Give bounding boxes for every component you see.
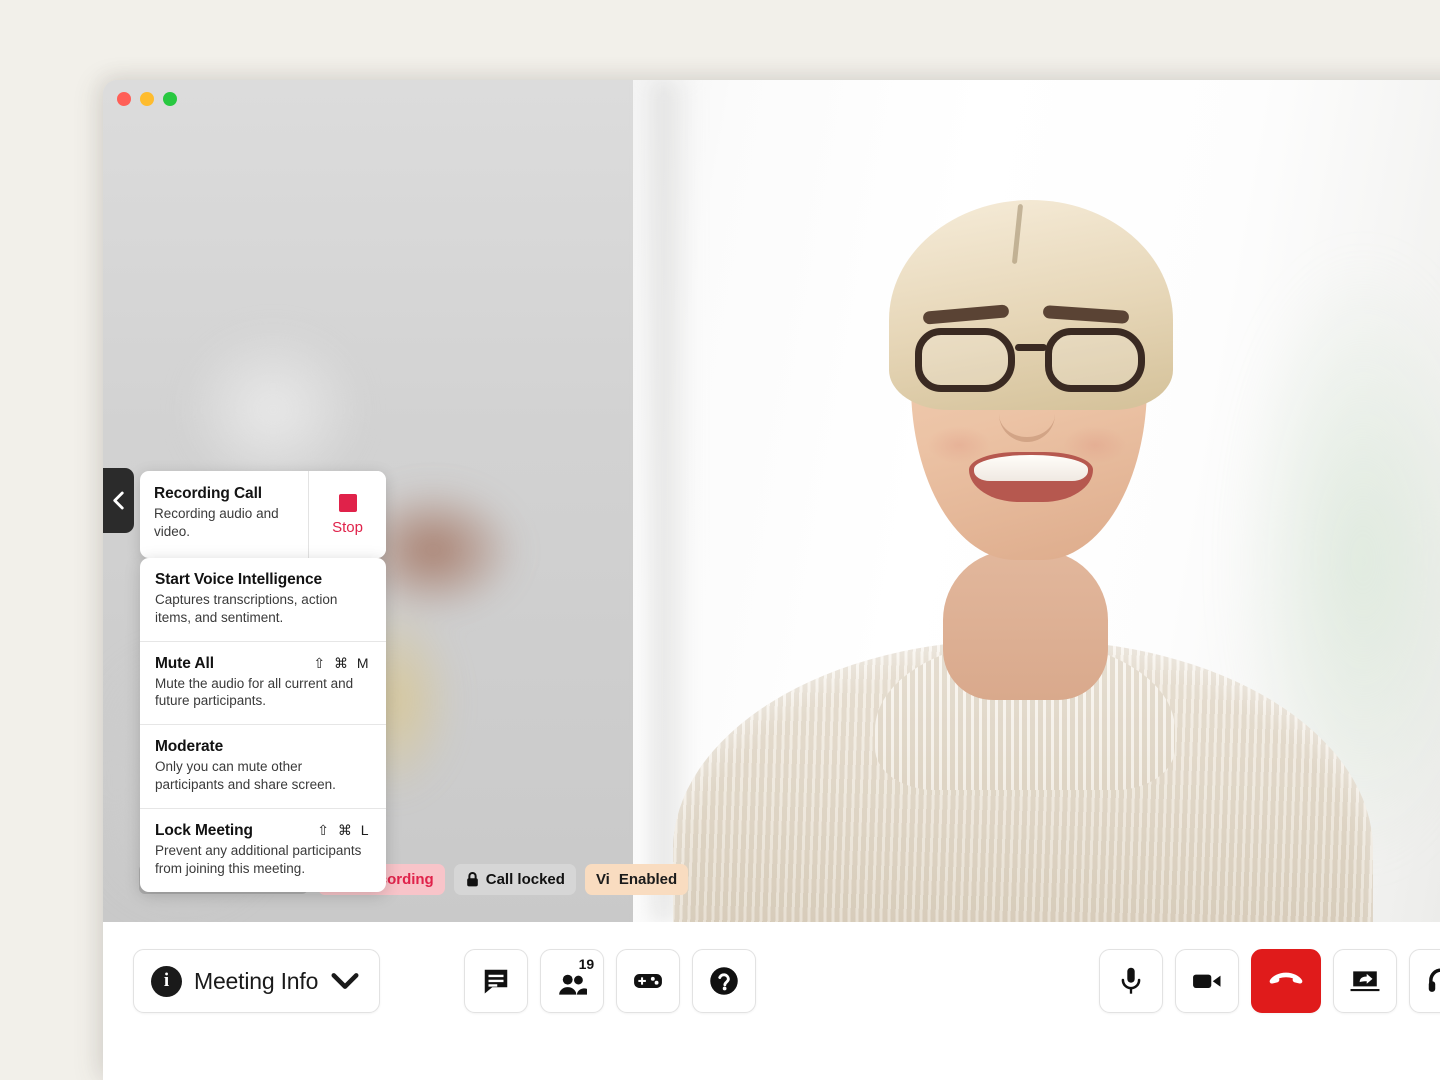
status-badge-voice-intelligence-label: Enabled [619,871,677,888]
mouth [969,452,1093,502]
window-traffic-lights [117,92,177,106]
glasses-bridge [1015,344,1047,351]
collapse-panel-button[interactable] [103,468,134,533]
lock-icon [465,871,480,888]
video-stage: Recording Call Recording audio and video… [103,80,1440,922]
status-badge-voice-intelligence: Vi Enabled [585,864,688,895]
stop-recording-label: Stop [332,519,363,536]
maximize-button[interactable] [163,92,177,106]
participant-video-portrait [643,80,1403,922]
lens-left [915,328,1015,392]
chat-button[interactable] [464,949,528,1013]
audio-settings-button[interactable] [1409,949,1440,1013]
meeting-toolbar: i Meeting Info 19 [103,922,1440,1080]
microphone-icon [1116,966,1146,996]
menu-item-title: Start Voice Intelligence [155,571,322,589]
menu-item-title: Mute All [155,655,214,673]
close-button[interactable] [117,92,131,106]
menu-item-shortcut: ⇧ ⌘ M [313,655,371,672]
question-mark-icon [709,966,739,996]
neck [943,550,1108,700]
meeting-info-label: Meeting Info [194,968,318,995]
recording-call-description: Recording audio and video. [154,505,294,541]
menu-item-description: Prevent any additional participants from… [155,842,371,878]
stop-square-icon [339,494,357,512]
menu-item-moderate[interactable]: Moderate Only you can mute other partici… [140,725,386,809]
meeting-info-button[interactable]: i Meeting Info [133,949,380,1013]
help-button[interactable] [692,949,756,1013]
chevron-left-icon [111,491,126,510]
stop-recording-button[interactable]: Stop [308,471,386,558]
recording-call-title: Recording Call [154,485,294,503]
reactions-button[interactable] [616,949,680,1013]
end-call-button[interactable] [1251,949,1321,1013]
video-camera-icon [1192,966,1222,996]
minimize-button[interactable] [140,92,154,106]
recording-call-card: Recording Call Recording audio and video… [140,471,386,558]
status-badge-call-locked: Call locked [454,864,576,895]
menu-item-shortcut: ⇧ ⌘ L [317,822,371,839]
menu-item-description: Captures transcriptions, action items, a… [155,591,371,627]
chat-icon [481,966,511,996]
chevron-down-icon [330,966,360,996]
hang-up-icon [1269,964,1303,998]
info-icon: i [151,966,182,997]
menu-item-title: Moderate [155,738,223,756]
menu-item-lock-meeting[interactable]: Lock Meeting ⇧ ⌘ L Prevent any additiona… [140,809,386,892]
status-badge-call-locked-label: Call locked [486,871,565,888]
organizer-controls-menu: Start Voice Intelligence Captures transc… [140,558,386,892]
headset-icon [1426,966,1440,996]
share-screen-icon [1350,966,1380,996]
participants-icon [557,970,587,1000]
participants-count-badge: 19 [579,956,595,972]
lens-right [1045,328,1145,392]
menu-item-description: Only you can mute other participants and… [155,758,371,794]
menu-item-start-voice-intelligence[interactable]: Start Voice Intelligence Captures transc… [140,558,386,642]
game-controller-icon [633,966,663,996]
menu-item-mute-all[interactable]: Mute All ⇧ ⌘ M Mute the audio for all cu… [140,642,386,726]
share-screen-button[interactable] [1333,949,1397,1013]
recording-call-info: Recording Call Recording audio and video… [140,471,308,558]
microphone-button[interactable] [1099,949,1163,1013]
vi-mark-icon: Vi [596,871,610,888]
camera-button[interactable] [1175,949,1239,1013]
eyeglasses [915,328,1145,396]
participants-button[interactable]: 19 [540,949,604,1013]
menu-item-title: Lock Meeting [155,822,253,840]
app-window: Recording Call Recording audio and video… [103,80,1440,1080]
menu-item-description: Mute the audio for all current and futur… [155,675,371,711]
teeth [974,455,1088,481]
